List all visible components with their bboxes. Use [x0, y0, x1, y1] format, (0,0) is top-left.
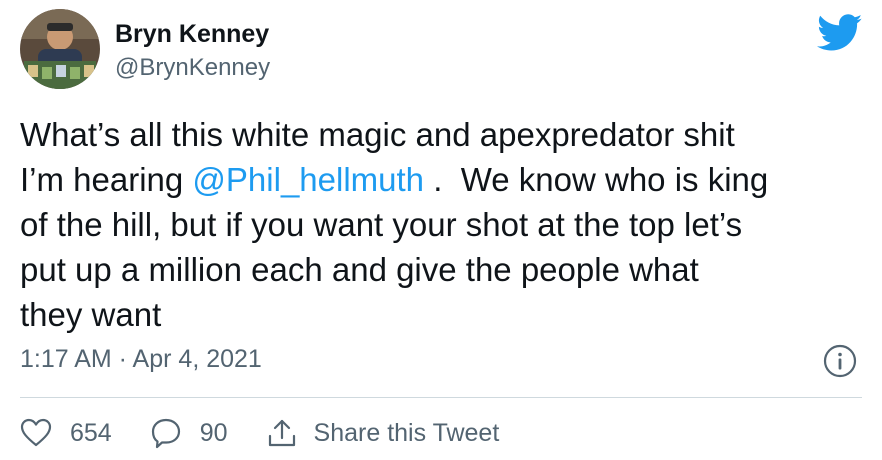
twitter-bird-icon[interactable]: [817, 14, 863, 52]
share-label: Share this Tweet: [313, 418, 500, 447]
author-handle[interactable]: @BrynKenney: [115, 53, 270, 83]
reply-count: 90: [199, 418, 228, 447]
tweet-card: Bryn Kenney @BrynKenney What’s all this …: [0, 0, 882, 460]
heart-icon: [20, 418, 52, 448]
share-button[interactable]: Share this Tweet: [266, 417, 500, 449]
author-display-name[interactable]: Bryn Kenney: [115, 18, 269, 50]
avatar[interactable]: [20, 9, 100, 89]
divider: [20, 397, 862, 398]
like-button[interactable]: 654: [20, 418, 112, 448]
reply-button[interactable]: 90: [150, 417, 228, 449]
reply-icon: [150, 417, 182, 449]
mention-link[interactable]: @Phil_hellmuth: [192, 161, 424, 198]
tweet-text: What’s all this white magic and apexpred…: [20, 112, 870, 337]
like-count: 654: [70, 418, 112, 447]
tweet-timestamp[interactable]: 1:17 AM · Apr 4, 2021: [20, 343, 262, 375]
action-bar: 654 90 Share this Tweet: [20, 414, 537, 452]
info-icon[interactable]: [823, 344, 857, 378]
share-icon: [266, 417, 298, 449]
